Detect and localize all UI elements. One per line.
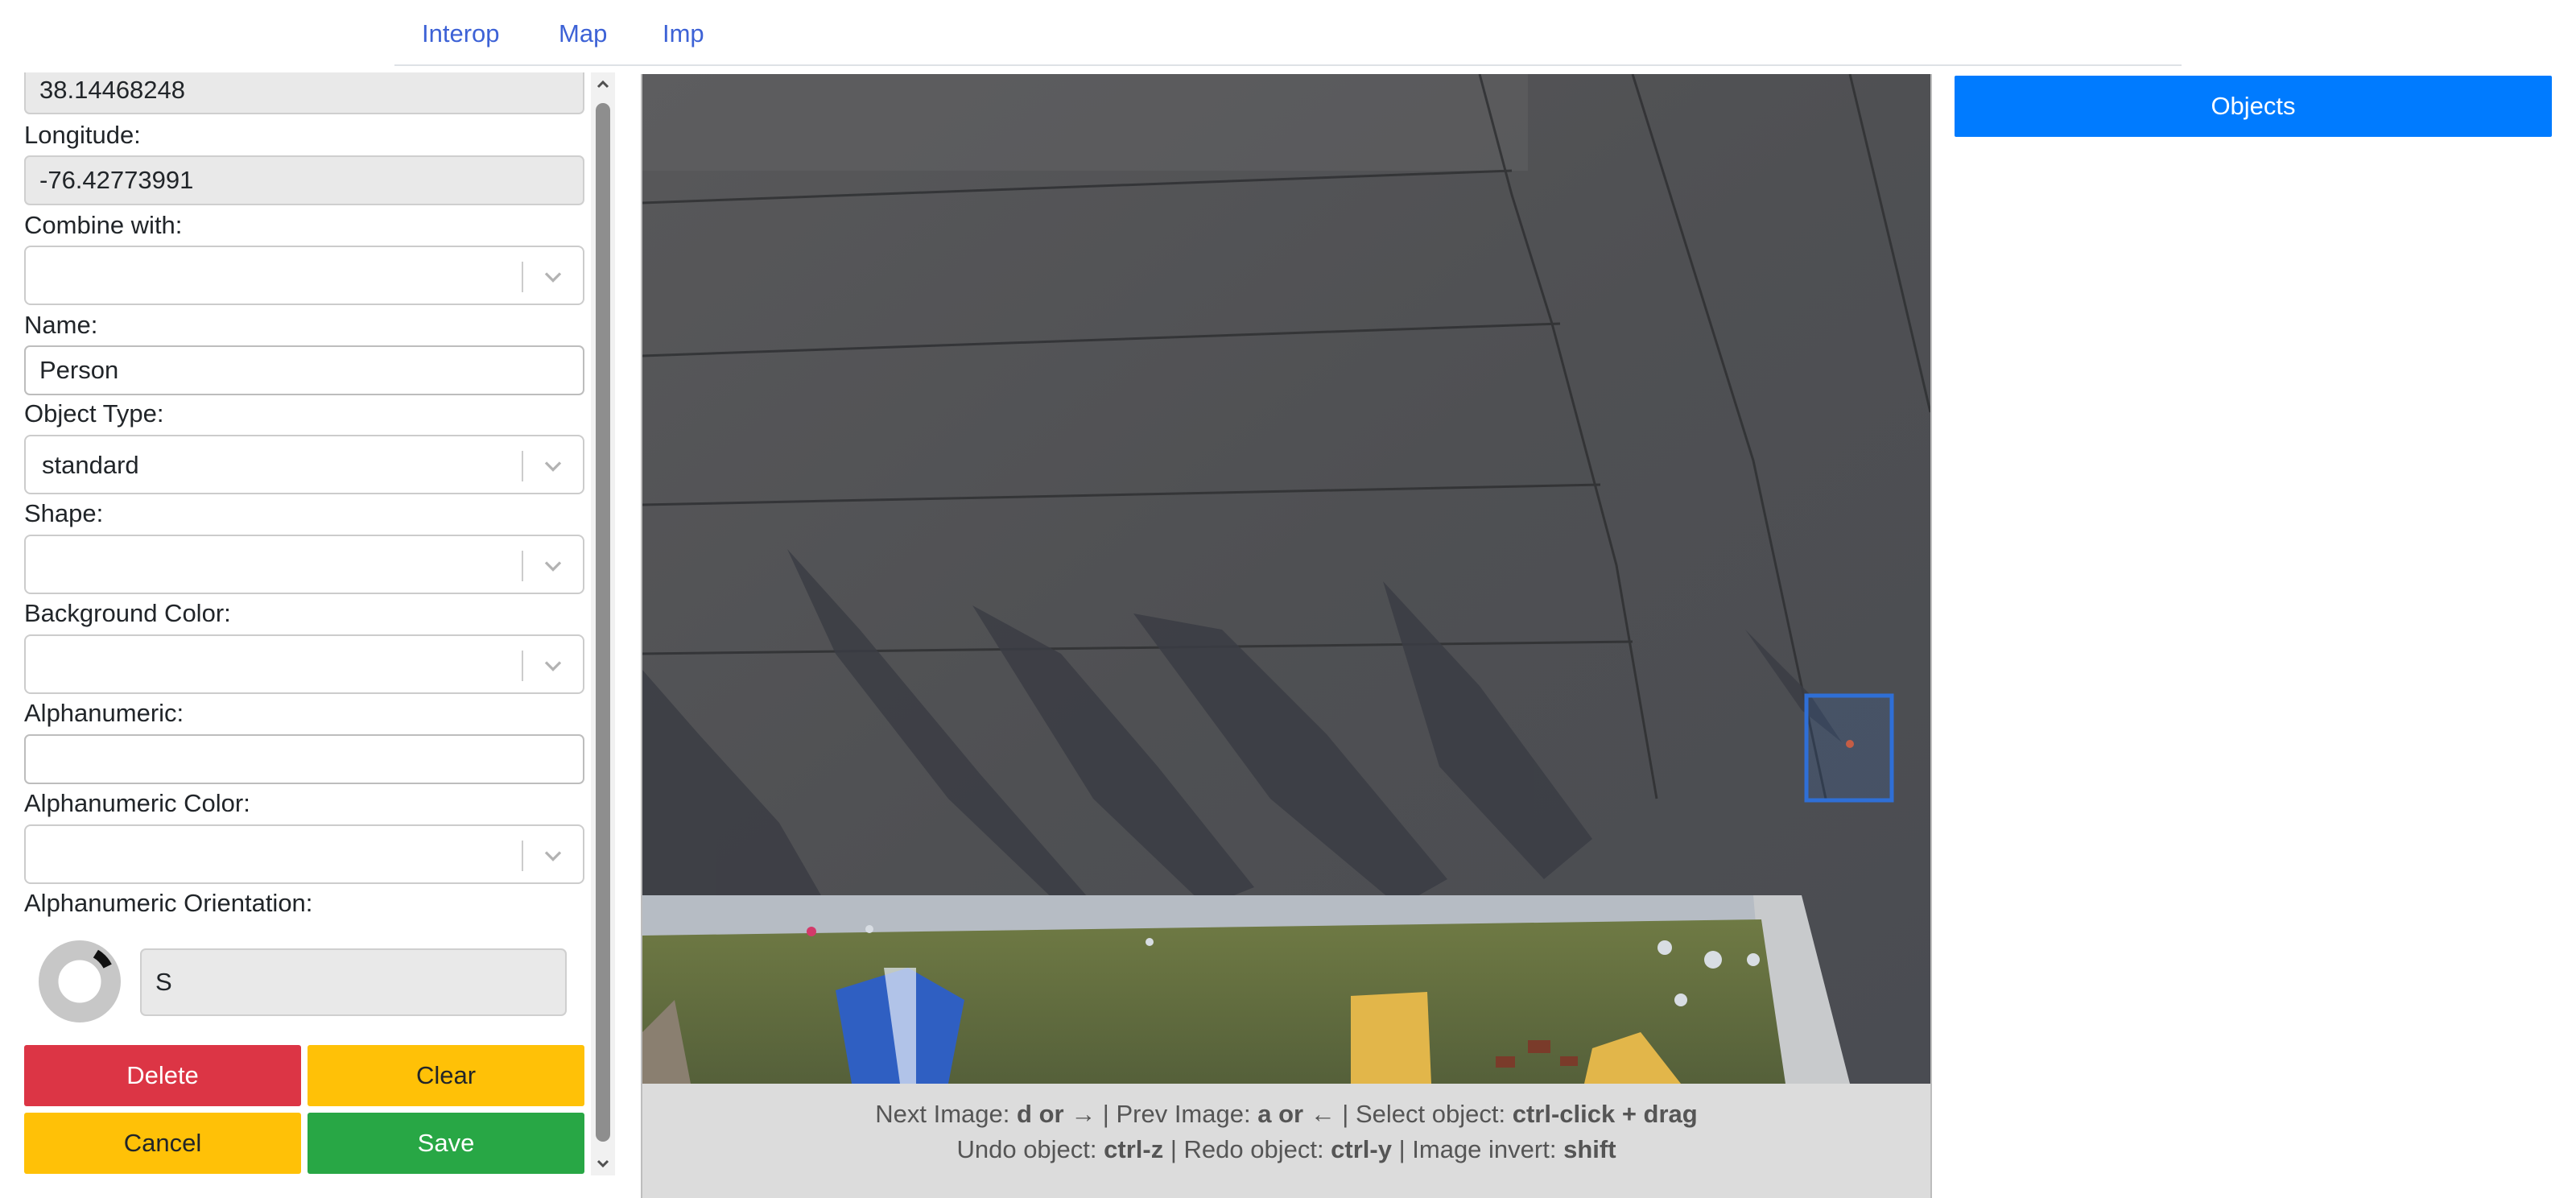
shape-select[interactable] — [24, 535, 584, 594]
clear-button[interactable]: Clear — [308, 1045, 584, 1106]
help-key: d or — [1017, 1100, 1064, 1128]
longitude-label: Longitude: — [24, 121, 141, 149]
object-form-panel: 38.14468248 Longitude: -76.42773991 Comb… — [0, 72, 588, 1175]
combine-label: Combine with: — [24, 211, 183, 239]
latitude-value: 38.14468248 — [39, 76, 186, 104]
shape-label: Shape: — [24, 499, 104, 527]
object-type-label: Object Type: — [24, 399, 164, 428]
chevron-down-icon[interactable] — [541, 454, 565, 478]
tab-interop[interactable]: Interop — [422, 19, 500, 48]
objects-button[interactable]: Objects — [1955, 76, 2552, 137]
background-color-select[interactable] — [24, 634, 584, 694]
help-line-2: Undo object: ctrl-z | Redo object: ctrl-… — [642, 1132, 1930, 1167]
help-text: | Redo object: — [1163, 1135, 1331, 1163]
name-label: Name: — [24, 311, 98, 339]
help-key: ctrl-y — [1331, 1135, 1392, 1163]
aerial-image[interactable] — [642, 74, 1930, 1084]
latitude-field[interactable]: 38.14468248 — [24, 72, 584, 114]
help-key: ctrl-z — [1104, 1135, 1164, 1163]
chevron-down-icon[interactable] — [541, 654, 565, 678]
background-color-label: Background Color: — [24, 599, 231, 627]
top-nav: Interop Map Imp — [394, 0, 2182, 66]
alphanumeric-color-label: Alphanumeric Color: — [24, 789, 250, 817]
chevron-down-icon[interactable] — [541, 265, 565, 289]
help-key: shift — [1563, 1135, 1616, 1163]
select-separator — [522, 451, 523, 481]
select-separator — [522, 262, 523, 292]
help-text: | Image invert: — [1391, 1135, 1564, 1163]
form-scrollbar[interactable] — [591, 72, 615, 1175]
help-key: a or — [1257, 1100, 1304, 1128]
orientation-label: Alphanumeric Orientation: — [24, 889, 313, 917]
scroll-down-icon[interactable] — [591, 1151, 615, 1175]
alphanumeric-color-select[interactable] — [24, 824, 584, 884]
orientation-input[interactable]: S — [140, 948, 567, 1016]
chevron-down-icon[interactable] — [541, 554, 565, 578]
help-line-1: Next Image: d or → | Prev Image: a or ← … — [642, 1097, 1930, 1132]
select-separator — [522, 651, 523, 681]
image-viewer[interactable]: Next Image: d or → | Prev Image: a or ← … — [641, 74, 1932, 1198]
chevron-down-icon[interactable] — [541, 844, 565, 868]
help-key: ctrl-click + drag — [1512, 1100, 1698, 1128]
help-text: Undo object: — [956, 1135, 1104, 1163]
select-separator — [522, 841, 523, 871]
delete-button[interactable]: Delete — [24, 1045, 301, 1106]
alphanumeric-label: Alphanumeric: — [24, 699, 184, 727]
orientation-dial-icon[interactable] — [39, 940, 121, 1022]
tab-map[interactable]: Map — [559, 19, 607, 48]
select-separator — [522, 551, 523, 581]
help-text: → | Prev Image: — [1063, 1100, 1258, 1128]
cancel-button[interactable]: Cancel — [24, 1113, 301, 1174]
object-type-select[interactable]: standard — [24, 435, 584, 494]
save-button[interactable]: Save — [308, 1113, 584, 1174]
scrollbar-thumb[interactable] — [596, 103, 610, 1142]
longitude-value: -76.42773991 — [39, 166, 194, 194]
scroll-up-icon[interactable] — [591, 72, 615, 97]
alphanumeric-input[interactable] — [24, 734, 584, 784]
keyboard-help: Next Image: d or → | Prev Image: a or ← … — [642, 1097, 1930, 1167]
help-text: ← | Select object: — [1303, 1100, 1513, 1128]
longitude-field[interactable]: -76.42773991 — [24, 155, 584, 205]
combine-select[interactable] — [24, 246, 584, 305]
help-text: Next Image: — [875, 1100, 1018, 1128]
tab-imp[interactable]: Imp — [663, 19, 704, 48]
name-value: Person — [39, 356, 119, 384]
object-type-value: standard — [42, 451, 139, 479]
orientation-value: S — [155, 968, 172, 996]
name-input[interactable]: Person — [24, 345, 584, 395]
